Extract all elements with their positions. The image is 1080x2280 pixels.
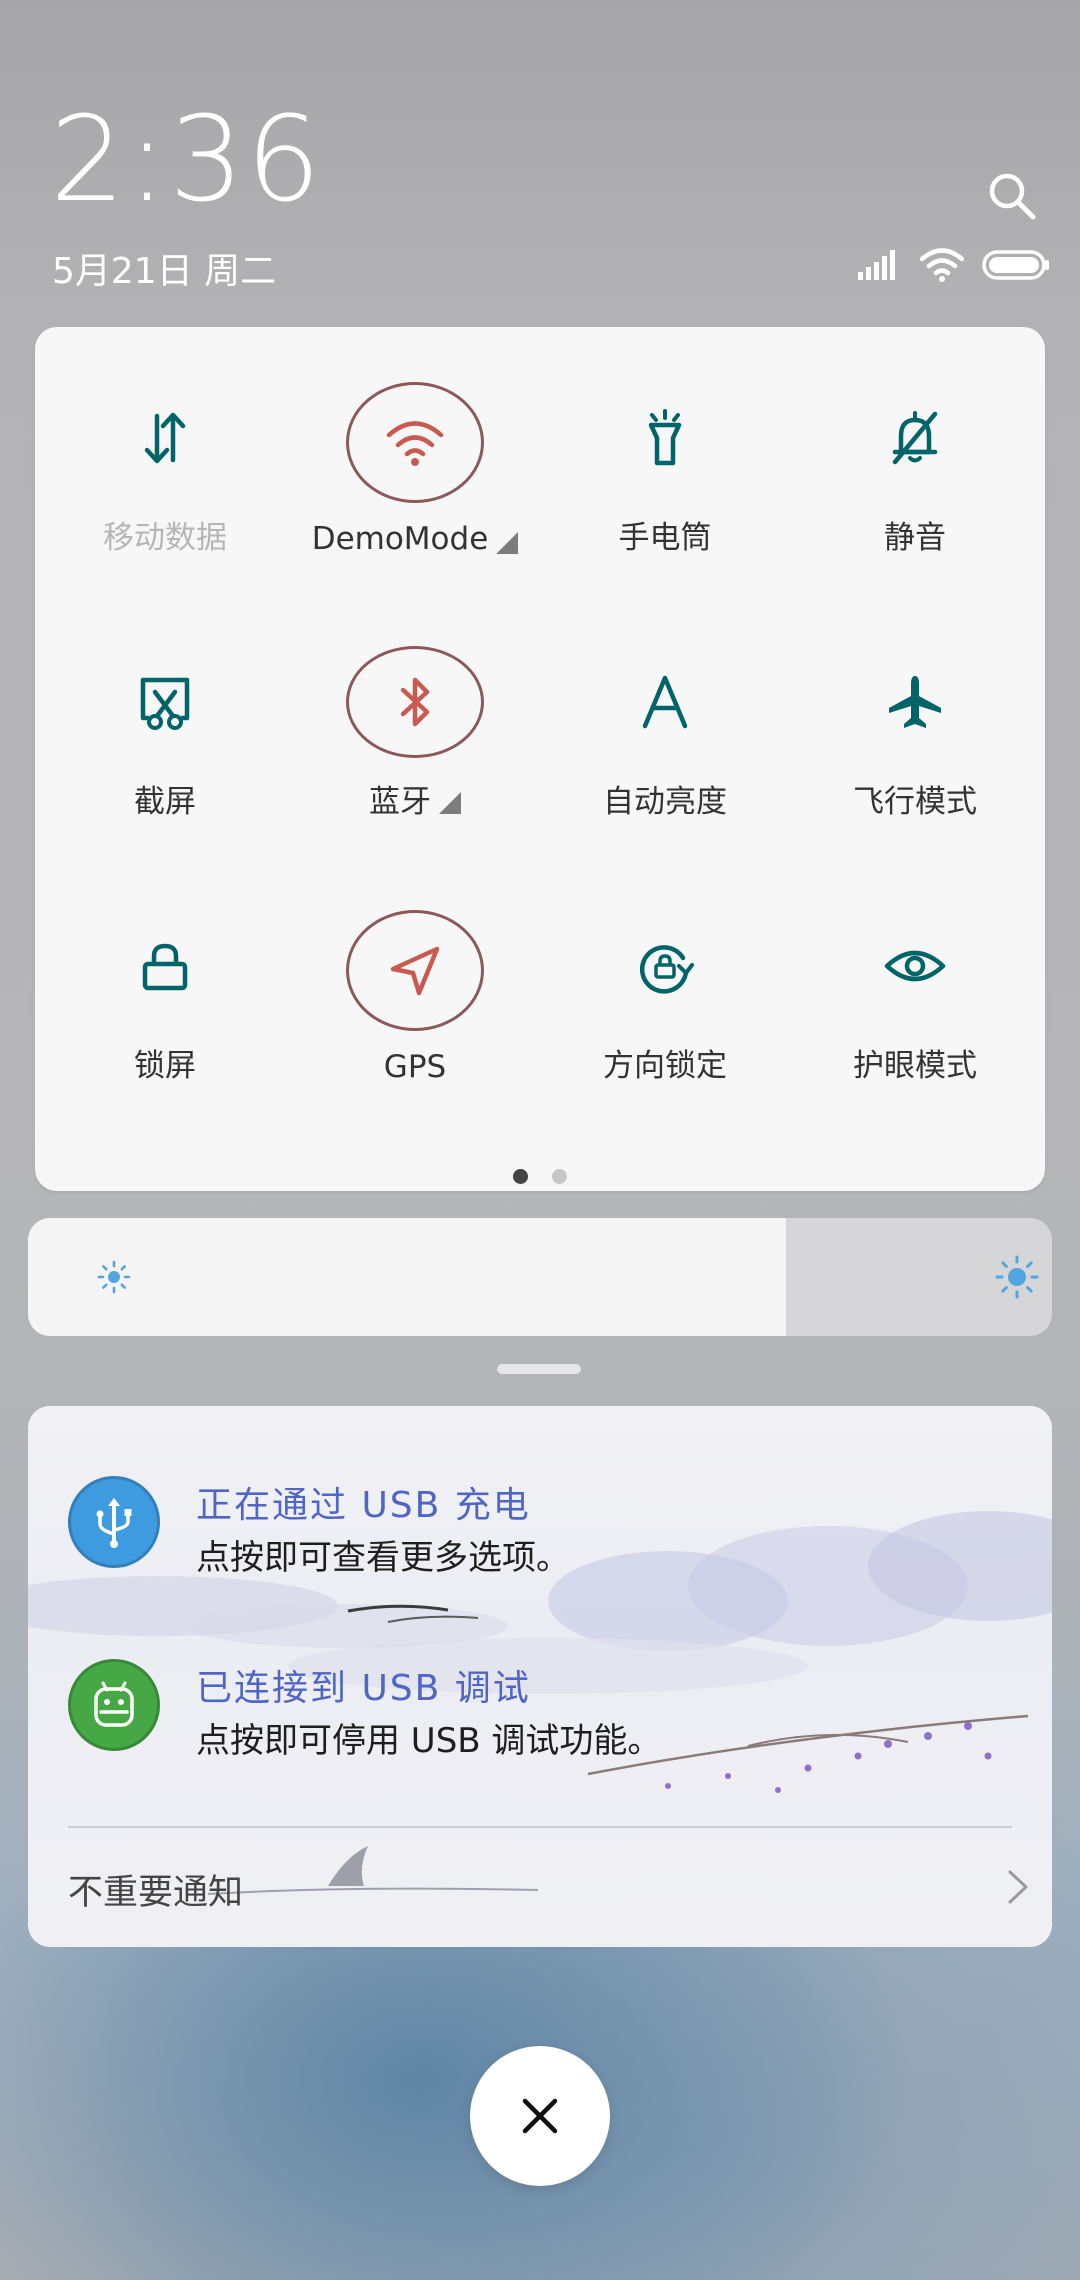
tile-label-text: 蓝牙	[369, 784, 431, 820]
usb-icon	[68, 1476, 160, 1568]
location-arrow-icon	[390, 946, 440, 995]
close-icon	[522, 2098, 558, 2134]
signal-icon	[858, 250, 895, 280]
wifi-status-icon	[920, 248, 964, 282]
notification-body: 点按即可停用 USB 调试功能。	[196, 1721, 662, 1761]
tile-rotation-lock[interactable]: 方向锁定	[540, 855, 790, 1085]
tile-label: 手电筒	[618, 520, 712, 556]
tile-lock-screen[interactable]: 锁屏	[40, 855, 290, 1085]
tile-flashlight[interactable]: 手电筒	[540, 327, 790, 557]
tile-wifi[interactable]: DemoMode	[290, 327, 540, 557]
tile-mobile-data[interactable]: 移动数据	[40, 327, 290, 557]
notification-title: 已连接到 USB 调试	[196, 1668, 531, 1709]
brightness-high-icon	[995, 1255, 1039, 1299]
notification-body: 点按即可查看更多选项。	[196, 1538, 570, 1578]
screenshot-icon	[140, 677, 190, 730]
notification-usb-debugging[interactable]: 已连接到 USB 调试 点按即可停用 USB 调试功能。	[68, 1659, 1028, 1761]
android-icon	[68, 1659, 160, 1751]
tile-label: DemoMode	[312, 521, 519, 557]
close-button[interactable]	[470, 2046, 610, 2186]
flashlight-icon	[648, 409, 682, 466]
quick-settings-panel: 移动数据 DemoMode 手电筒 静音 截屏 蓝牙 自动亮度 飞行模式 锁屏 …	[35, 327, 1045, 1191]
status-icons	[858, 245, 1050, 285]
page-dot-2[interactable]	[552, 1169, 567, 1184]
tile-airplane[interactable]: 飞行模式	[790, 591, 1040, 821]
eye-icon	[884, 950, 946, 982]
clock[interactable]: 2:36	[50, 100, 323, 218]
tile-screenshot[interactable]: 截屏	[40, 591, 290, 821]
wifi-icon	[386, 420, 444, 466]
auto-brightness-icon	[642, 675, 688, 729]
brightness-low-icon	[97, 1260, 131, 1294]
brightness-fill[interactable]	[28, 1218, 786, 1336]
tile-label: 移动数据	[103, 520, 227, 556]
drag-handle[interactable]	[497, 1364, 581, 1374]
search-icon[interactable]	[986, 170, 1038, 222]
tile-label-text: DemoMode	[311, 521, 489, 557]
brightness-slider[interactable]	[28, 1218, 1052, 1336]
date[interactable]: 5月21日 周二	[52, 242, 276, 294]
menu-caret-icon[interactable]	[496, 532, 519, 554]
tile-eye-care[interactable]: 护眼模式	[790, 855, 1040, 1085]
notification-card: 正在通过 USB 充电 点按即可查看更多选项。 已连接到 USB 调试 点按即可…	[28, 1406, 1052, 1947]
mute-bell-icon	[892, 411, 938, 465]
notification-title: 正在通过 USB 充电	[196, 1485, 531, 1526]
battery-icon	[982, 250, 1049, 280]
menu-caret-icon[interactable]	[439, 791, 461, 814]
page-dot-1[interactable]	[513, 1169, 528, 1184]
tile-label: 蓝牙	[369, 776, 461, 821]
notification-divider	[68, 1826, 1012, 1828]
tile-label: 锁屏	[134, 1048, 196, 1084]
tile-bluetooth[interactable]: 蓝牙	[290, 591, 540, 821]
tile-label: 护眼模式	[853, 1048, 977, 1084]
rotation-lock-icon	[639, 945, 694, 994]
lock-icon	[142, 943, 188, 991]
tile-label: 飞行模式	[853, 784, 977, 820]
tile-mute[interactable]: 静音	[790, 327, 1040, 557]
tile-label: 截屏	[134, 784, 196, 820]
tile-gps[interactable]: GPS	[290, 855, 540, 1085]
tile-label: 自动亮度	[603, 784, 727, 820]
chevron-right-icon[interactable]	[1006, 1868, 1030, 1906]
tile-label: GPS	[383, 1049, 447, 1085]
tile-label: 静音	[884, 520, 946, 556]
notification-usb-charging[interactable]: 正在通过 USB 充电 点按即可查看更多选项。	[68, 1476, 1028, 1578]
airplane-icon	[889, 676, 941, 728]
mobile-data-icon	[144, 412, 186, 464]
tile-auto-brightness[interactable]: 自动亮度	[540, 591, 790, 821]
page-indicator[interactable]	[35, 1169, 1045, 1185]
bluetooth-icon	[400, 677, 430, 727]
tile-label: 方向锁定	[603, 1048, 727, 1084]
unimportant-notifications-link[interactable]: 不重要通知	[68, 1864, 243, 1915]
